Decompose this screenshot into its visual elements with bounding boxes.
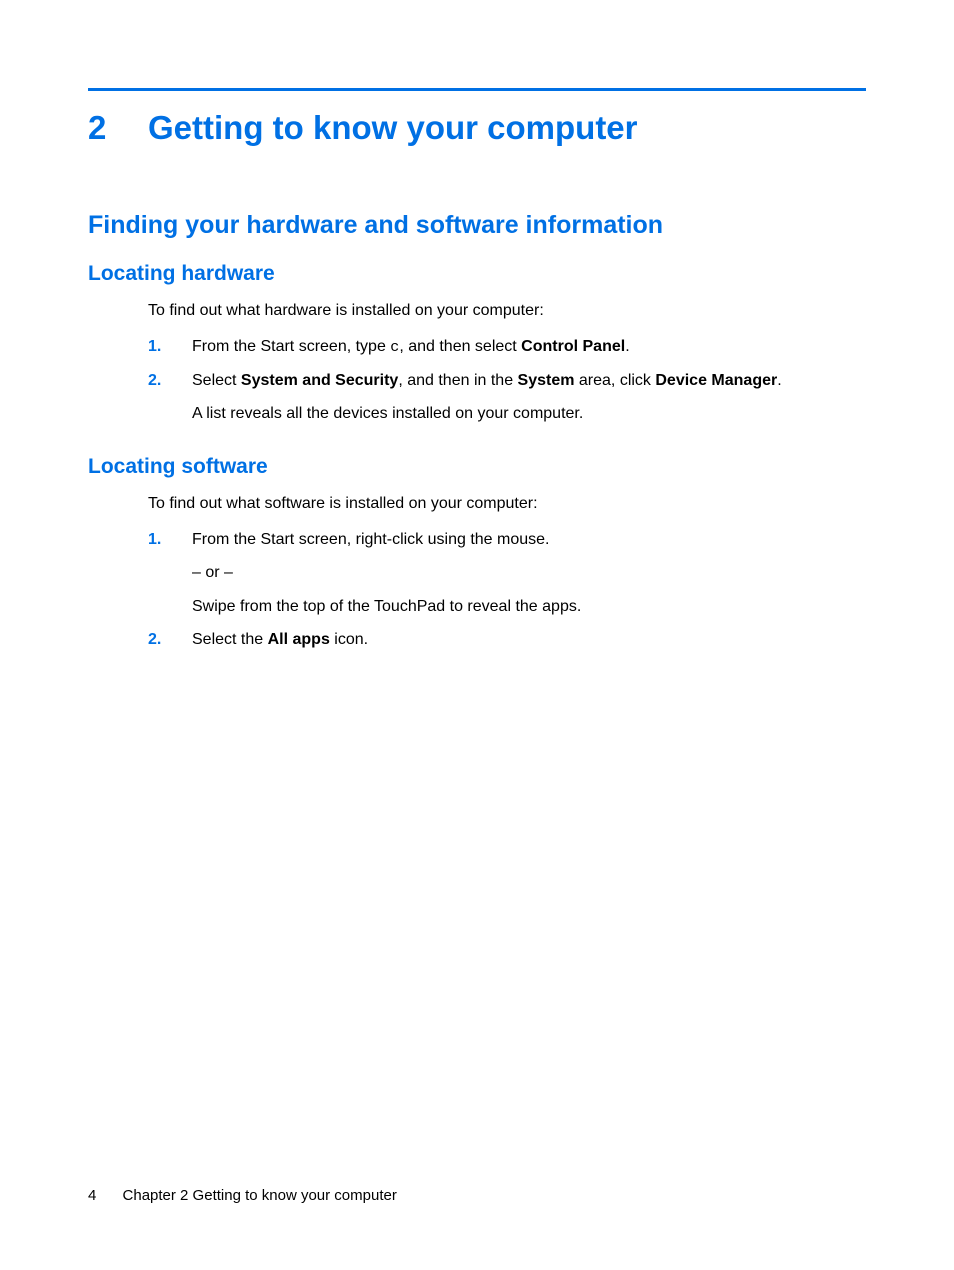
- code-text: c: [390, 339, 399, 356]
- hardware-body: To find out what hardware is installed o…: [148, 300, 866, 425]
- list-item: 2. Select System and Security, and then …: [148, 370, 866, 425]
- subsection-heading-software: Locating software: [88, 455, 866, 479]
- list-marker: 1.: [148, 529, 192, 618]
- hardware-intro: To find out what hardware is installed o…: [148, 300, 866, 322]
- step-text: From the Start screen, right-click using…: [192, 529, 866, 551]
- list-body: Select System and Security, and then in …: [192, 370, 866, 425]
- software-intro: To find out what software is installed o…: [148, 493, 866, 515]
- subsection-heading-hardware: Locating hardware: [88, 262, 866, 286]
- page-content: 2 Getting to know your computer Finding …: [0, 0, 954, 651]
- footer-text: Chapter 2 Getting to know your computer: [123, 1187, 397, 1204]
- step-text: Select System and Security, and then in …: [192, 370, 866, 392]
- list-item: 2. Select the All apps icon.: [148, 629, 866, 651]
- list-body: From the Start screen, right-click using…: [192, 529, 866, 618]
- page-number: 4: [88, 1187, 96, 1204]
- chapter-title: Getting to know your computer: [148, 109, 638, 147]
- chapter-number: 2: [88, 109, 148, 147]
- list-marker: 1.: [148, 336, 192, 358]
- page-footer: 4 Chapter 2 Getting to know your compute…: [88, 1187, 397, 1204]
- chapter-heading: 2 Getting to know your computer: [88, 109, 866, 147]
- bold-text: Device Manager: [655, 372, 777, 389]
- chapter-divider: [88, 88, 866, 91]
- software-body: To find out what software is installed o…: [148, 493, 866, 651]
- list-marker: 2.: [148, 370, 192, 425]
- step-alt: – or –: [192, 562, 866, 584]
- bold-text: System and Security: [241, 372, 398, 389]
- step-note: A list reveals all the devices installed…: [192, 403, 866, 425]
- bold-text: System: [518, 372, 575, 389]
- bold-text: All apps: [268, 631, 330, 648]
- bold-text: Control Panel: [521, 338, 625, 355]
- list-item: 1. From the Start screen, type c, and th…: [148, 336, 866, 358]
- section-heading: Finding your hardware and software infor…: [88, 211, 866, 240]
- step-text: Swipe from the top of the TouchPad to re…: [192, 596, 866, 618]
- list-body: From the Start screen, type c, and then …: [192, 336, 866, 358]
- step-text: Select the All apps icon.: [192, 629, 866, 651]
- list-marker: 2.: [148, 629, 192, 651]
- list-body: Select the All apps icon.: [192, 629, 866, 651]
- list-item: 1. From the Start screen, right-click us…: [148, 529, 866, 618]
- step-text: From the Start screen, type c, and then …: [192, 336, 866, 358]
